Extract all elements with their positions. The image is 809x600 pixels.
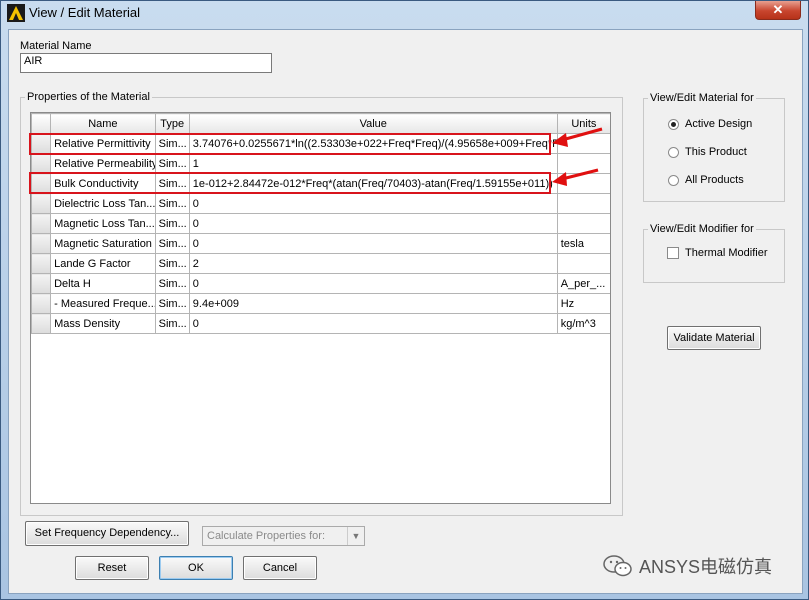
row-selector[interactable] [31, 193, 52, 214]
calculate-properties-combo: Calculate Properties for: ▼ [202, 526, 365, 546]
material-name-value: AIR [24, 55, 43, 67]
title-bar[interactable]: View / Edit Material ✕ [1, 1, 808, 25]
table-row[interactable]: Bulk Conductivity Sim... 1e-012+2.84472e-0… [31, 173, 610, 194]
row-selector[interactable] [31, 313, 52, 334]
table-row[interactable]: Dielectric Loss Tan... Sim... 0 [31, 193, 610, 214]
row-selector[interactable] [31, 133, 52, 154]
property-value[interactable]: 9.4e+009 [188, 293, 558, 314]
row-selector[interactable] [31, 293, 52, 314]
annotation-arrows [552, 127, 603, 186]
material-name-field[interactable]: AIR [20, 53, 272, 73]
table-row[interactable]: Magnetic Loss Tan... Sim... 0 [31, 213, 610, 234]
row-selector[interactable] [31, 173, 52, 194]
column-header-type[interactable]: Type [154, 113, 190, 134]
property-units[interactable] [556, 213, 610, 234]
column-header-name[interactable]: Name [50, 113, 156, 134]
row-selector[interactable] [31, 233, 52, 254]
close-icon: ✕ [772, 2, 784, 17]
property-value[interactable]: 1e-012+2.84472e-012*Freq*(atan(Freq/7040… [188, 173, 558, 194]
corner-cell [31, 113, 52, 134]
property-name[interactable]: Magnetic Saturation [50, 233, 156, 254]
row-selector[interactable] [31, 253, 52, 274]
ansys-logo-icon [7, 4, 25, 22]
property-units[interactable]: Hz [556, 293, 610, 314]
calculate-properties-placeholder: Calculate Properties for: [207, 530, 325, 542]
property-name[interactable]: Lande G Factor [50, 253, 156, 274]
chevron-down-icon: ▼ [347, 527, 364, 545]
property-value[interactable]: 3.74076+0.0255671*ln((2.53303e+022+Freq*… [188, 133, 558, 154]
properties-group-label: Properties of the Material [27, 91, 150, 103]
cancel-button[interactable]: Cancel [243, 556, 317, 580]
row-selector[interactable] [31, 273, 52, 294]
property-value[interactable]: 0 [188, 273, 558, 294]
table-row[interactable]: Delta H Sim... 0 A_per_... [31, 273, 610, 294]
property-value[interactable]: 0 [188, 313, 558, 334]
row-selector[interactable] [31, 213, 52, 234]
validate-material-button[interactable]: Validate Material [667, 326, 761, 350]
thermal-modifier-checkbox[interactable] [667, 247, 679, 259]
option-all-products[interactable]: All Products [685, 174, 744, 186]
table-row[interactable]: Relative Permeability Sim... 1 [31, 153, 610, 174]
property-units[interactable]: kg/m^3 [556, 313, 610, 334]
arrow-icon [552, 168, 599, 186]
option-this-product[interactable]: This Product [685, 146, 747, 158]
property-type[interactable]: Sim... [154, 233, 190, 254]
table-row[interactable]: - Measured Freque... Sim... 9.4e+009 Hz [31, 293, 610, 314]
property-name[interactable]: Bulk Conductivity [50, 173, 156, 194]
material-name-label: Material Name [20, 40, 92, 52]
radio-all-products[interactable] [668, 175, 679, 186]
row-selector[interactable] [31, 153, 52, 174]
property-value[interactable]: 0 [188, 233, 558, 254]
radio-active-design[interactable] [668, 119, 679, 130]
property-type[interactable]: Sim... [154, 153, 190, 174]
ok-button[interactable]: OK [159, 556, 233, 580]
property-name[interactable]: Delta H [50, 273, 156, 294]
property-name[interactable]: Dielectric Loss Tan... [50, 193, 156, 214]
property-units[interactable] [556, 253, 610, 274]
property-name[interactable]: Relative Permittivity [50, 133, 156, 154]
close-button[interactable]: ✕ [755, 1, 801, 20]
property-type[interactable]: Sim... [154, 133, 190, 154]
window-title: View / Edit Material [29, 5, 141, 20]
property-name[interactable]: Relative Permeability [50, 153, 156, 174]
table-header-row: Name Type Value Units [31, 113, 610, 134]
modifier-group-label: View/Edit Modifier for [650, 223, 754, 235]
property-type[interactable]: Sim... [154, 173, 190, 194]
watermark: ANSYS电磁仿真 [603, 552, 772, 580]
wechat-icon [603, 555, 632, 577]
table-row[interactable]: Mass Density Sim... 0 kg/m^3 [31, 313, 610, 334]
property-units[interactable]: A_per_... [556, 273, 610, 294]
option-active-design[interactable]: Active Design [685, 118, 752, 130]
property-type[interactable]: Sim... [154, 293, 190, 314]
property-units[interactable]: tesla [556, 233, 610, 254]
properties-table[interactable]: Name Type Value Units Relative Permittiv… [30, 112, 611, 504]
table-row[interactable]: Lande G Factor Sim... 2 [31, 253, 610, 274]
property-type[interactable]: Sim... [154, 313, 190, 334]
view-edit-for-label: View/Edit Material for [650, 92, 754, 104]
property-value[interactable]: 1 [188, 153, 558, 174]
radio-this-product[interactable] [668, 147, 679, 158]
property-value[interactable]: 0 [188, 193, 558, 214]
property-type[interactable]: Sim... [154, 253, 190, 274]
property-name[interactable]: Magnetic Loss Tan... [50, 213, 156, 234]
reset-button[interactable]: Reset [75, 556, 149, 580]
property-type[interactable]: Sim... [154, 193, 190, 214]
table-row[interactable]: Magnetic Saturation Sim... 0 tesla [31, 233, 610, 254]
arrow-icon [552, 127, 603, 147]
property-type[interactable]: Sim... [154, 213, 190, 234]
table-row[interactable]: Relative Permittivity Sim... 3.74076+0.025… [31, 133, 610, 154]
column-header-value[interactable]: Value [188, 113, 558, 134]
watermark-text: ANSYS电磁仿真 [639, 557, 773, 577]
property-name[interactable]: - Measured Freque... [50, 293, 156, 314]
property-value[interactable]: 2 [188, 253, 558, 274]
property-type[interactable]: Sim... [154, 273, 190, 294]
property-name[interactable]: Mass Density [50, 313, 156, 334]
property-value[interactable]: 0 [188, 213, 558, 234]
thermal-modifier-label[interactable]: Thermal Modifier [685, 247, 768, 259]
set-frequency-dependency-button[interactable]: Set Frequency Dependency... [25, 521, 189, 546]
